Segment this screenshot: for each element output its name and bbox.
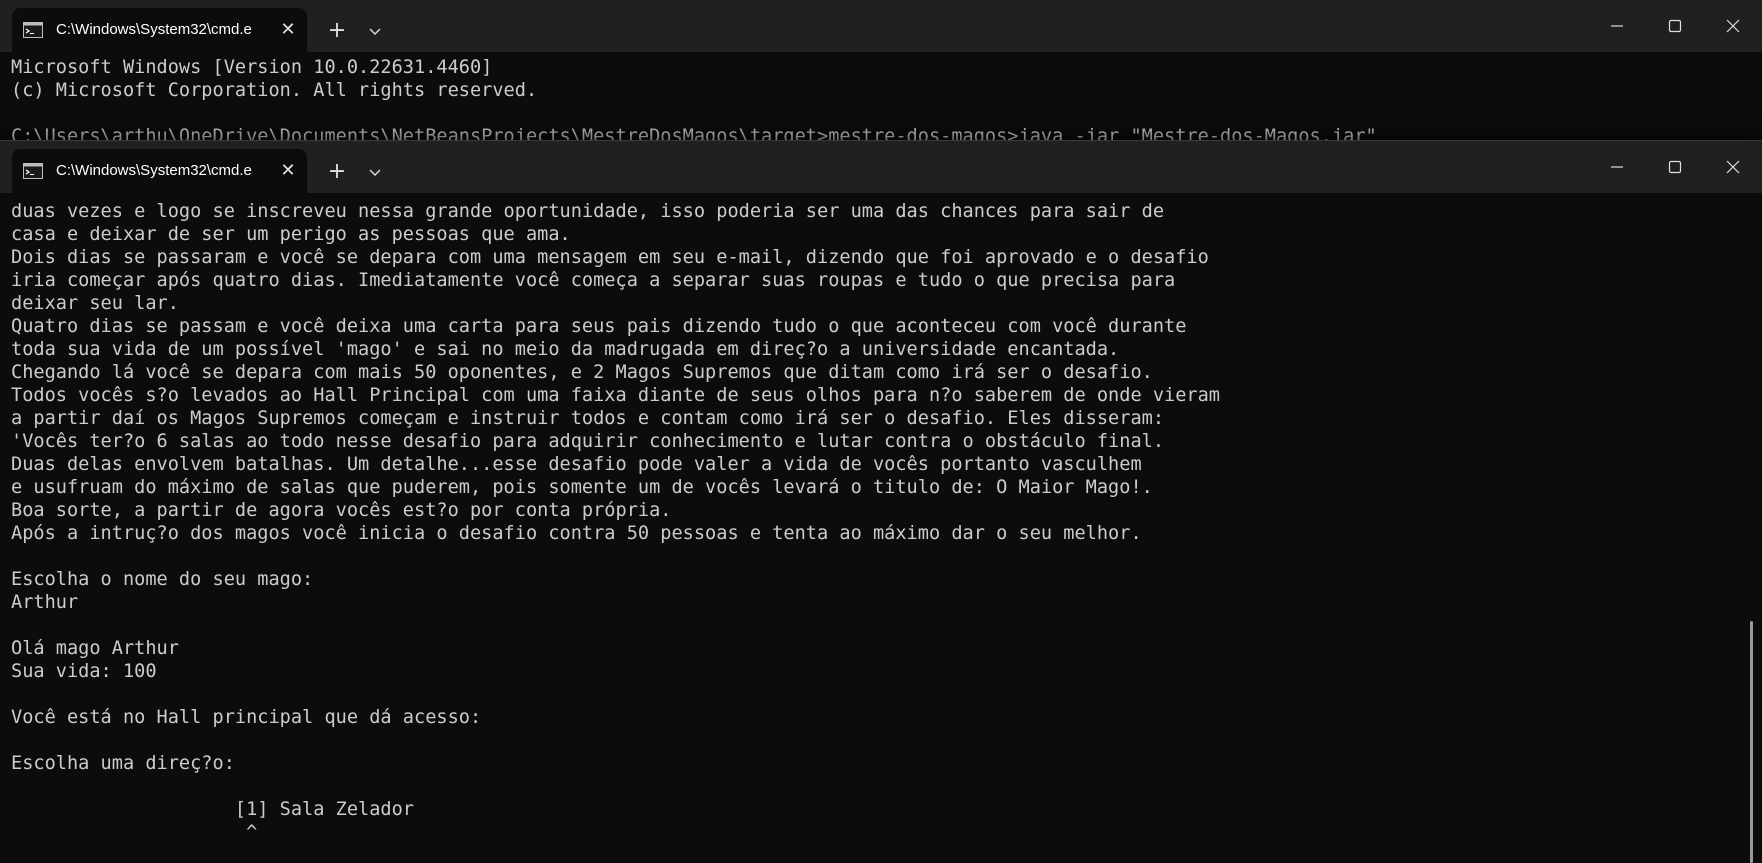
maximize-icon [1668,160,1682,174]
plus-icon[interactable]: + [322,16,352,46]
maximize-icon [1668,19,1682,33]
console-output[interactable]: Microsoft Windows [Version 10.0.22631.44… [11,56,1731,140]
console-line: Microsoft Windows [Version 10.0.22631.44… [11,57,493,78]
chevron-down-icon[interactable] [360,161,390,185]
console-output[interactable]: duas vezes e logo se inscreveu nessa gra… [11,200,1731,844]
minimize-icon [1611,166,1623,168]
console-line: Boa sorte, a partir de agora vocês est?o… [11,500,672,521]
close-window-button[interactable] [1704,0,1762,52]
console-line: deixar seu lar. [11,293,179,314]
console-line: [1] Sala Zelador [11,799,414,820]
title-bar[interactable]: C:\Windows\System32\cmd.e ✕ + [0,141,1762,193]
close-icon [1726,160,1740,174]
plus-icon[interactable]: + [322,157,352,187]
console-line: 'Vocês ter?o 6 salas ao todo nesse desaf… [11,431,1165,452]
minimize-icon [1611,25,1623,27]
console-line: Quatro dias se passam e você deixa uma c… [11,316,1187,337]
console-line: Chegando lá você se depara com mais 50 o… [11,362,1153,383]
console-line: a partir daí os Magos Supremos começam e… [11,408,1165,429]
back-terminal-window[interactable]: C:\Windows\System32\cmd.e ✕ + Microsoft … [0,0,1762,140]
close-icon [1726,19,1740,33]
maximize-button[interactable] [1646,141,1704,193]
console-line: C:\Users\arthu\OneDrive\Documents\NetBea… [11,126,1377,140]
console-line: Sua vida: 100 [11,661,157,682]
minimize-button[interactable] [1588,141,1646,193]
close-icon[interactable]: ✕ [274,16,302,44]
front-terminal-window[interactable]: C:\Windows\System32\cmd.e ✕ + duas vezes… [0,140,1762,863]
console-line: Olá mago Arthur [11,638,179,659]
maximize-button[interactable] [1646,0,1704,52]
close-icon[interactable]: ✕ [274,157,302,185]
console-line: Arthur [11,592,79,613]
tab-cmd[interactable]: C:\Windows\System32\cmd.e ✕ [12,8,307,52]
console-line: Após a intruç?o dos magos você inicia o … [11,523,1142,544]
console-line: casa e deixar de ser um perigo as pessoa… [11,224,571,245]
close-window-button[interactable] [1704,141,1762,193]
cmd-prompt-icon [23,163,43,179]
tab-title: C:\Windows\System32\cmd.e [56,162,252,179]
console-line: Todos vocês s?o levados ao Hall Principa… [11,385,1220,406]
console-line: toda sua vida de um possível 'mago' e sa… [11,339,1120,360]
console-line: Dois dias se passaram e você se depara c… [11,247,1209,268]
tab-title: C:\Windows\System32\cmd.e [56,21,252,38]
chevron-down-icon[interactable] [360,20,390,44]
console-line: Duas delas envolvem batalhas. Um detalhe… [11,454,1142,475]
console-line: Escolha uma direç?o: [11,753,235,774]
console-line: Você está no Hall principal que dá acess… [11,707,482,728]
title-bar[interactable]: C:\Windows\System32\cmd.e ✕ + [0,0,1762,52]
console-line: e usufruam do máximo de salas que pudere… [11,477,1153,498]
console-line: iria começar após quatro dias. Imediatam… [11,270,1176,291]
console-line: duas vezes e logo se inscreveu nessa gra… [11,201,1165,222]
minimize-button[interactable] [1588,0,1646,52]
console-line: ^ [11,822,258,843]
tab-cmd[interactable]: C:\Windows\System32\cmd.e ✕ [12,149,307,193]
console-line: (c) Microsoft Corporation. All rights re… [11,80,538,101]
scrollbar-thumb[interactable] [1750,621,1753,863]
console-line: Escolha o nome do seu mago: [11,569,314,590]
cmd-prompt-icon [23,22,43,38]
